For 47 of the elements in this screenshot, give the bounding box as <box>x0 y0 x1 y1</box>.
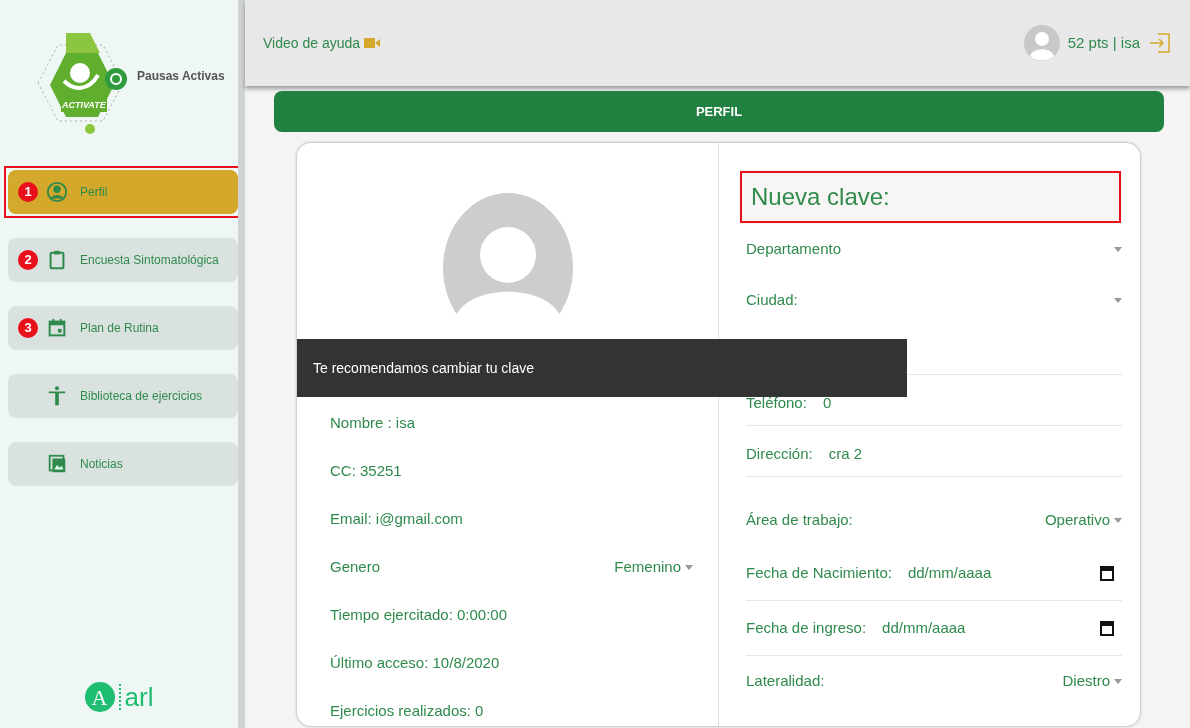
images-icon <box>46 453 68 475</box>
profile-info-text: CC: 35251 <box>330 460 402 481</box>
app-name: Pausas Activas <box>137 68 225 85</box>
field-label: Lateralidad: <box>746 671 825 692</box>
field-label: Ciudad: <box>746 290 798 311</box>
date-field[interactable]: dd/mm/aaaa <box>907 561 1028 585</box>
profile-info-text: Tiempo ejercitado: 0:00:00 <box>330 604 508 625</box>
field-label: Departamento <box>746 239 842 260</box>
number-badge: 2 <box>18 250 38 270</box>
dropdown[interactable]: Femenino <box>614 555 693 579</box>
standing-figure-icon <box>46 385 68 407</box>
dropdown[interactable]: Diestro <box>1062 670 1122 693</box>
profile-info-text: Nombre : isa <box>330 412 416 433</box>
page-title-bar: PERFIL <box>274 91 1164 132</box>
field-label: Fecha de ingreso: <box>746 617 867 638</box>
field-label: Fecha de Nacimiento: <box>746 562 892 583</box>
sidebar-item[interactable]: 3 Plan de Rutina <box>8 306 238 350</box>
date-field[interactable]: dd/mm/aaaa <box>882 616 1003 640</box>
dropdown[interactable]: Operativo <box>1044 509 1122 532</box>
calendar-icon <box>1100 620 1114 636</box>
brand-logo-mark: A <box>84 682 115 712</box>
logout-icon <box>1148 31 1172 55</box>
number-badge: 3 <box>18 318 38 338</box>
user-points: 52 pts | isa <box>1067 32 1140 53</box>
person-icon <box>46 181 68 203</box>
field-value: cra 2 <box>828 443 863 464</box>
field-label: Genero <box>330 556 381 577</box>
avatar-icon <box>1023 25 1060 61</box>
brand-logo-text: arl <box>124 684 154 710</box>
help-video-link[interactable]: Video de ayuda <box>263 32 381 54</box>
recommendation-toast: Te recomendamos cambiar tu clave <box>297 339 907 397</box>
sidebar-item[interactable]: 1 Perfil <box>8 170 238 214</box>
calendar-icon <box>1100 565 1114 581</box>
profile-info-text: Último acceso: 10/8/2020 <box>330 652 500 673</box>
profile-info-text: Email: i@gmail.com <box>330 508 463 529</box>
password-field-heading: Nueva clave: <box>739 170 1122 224</box>
sidebar-item[interactable]: Noticias <box>8 442 238 486</box>
calendar-icon <box>46 317 68 339</box>
sidebar-item[interactable]: 2 Encuesta Sintomatológica <box>8 238 238 282</box>
video-camera-icon <box>364 37 381 49</box>
profile-info-text: Ejercicios realizados: 0 <box>330 700 484 721</box>
number-badge: 1 <box>18 182 38 202</box>
dropdown[interactable] <box>1114 298 1122 303</box>
field-label: Área de trabajo: <box>746 510 853 531</box>
dropdown[interactable] <box>1114 247 1122 252</box>
sidebar-item[interactable]: Biblioteca de ejercicios <box>8 374 238 418</box>
field-label: Dirección: <box>746 443 813 464</box>
